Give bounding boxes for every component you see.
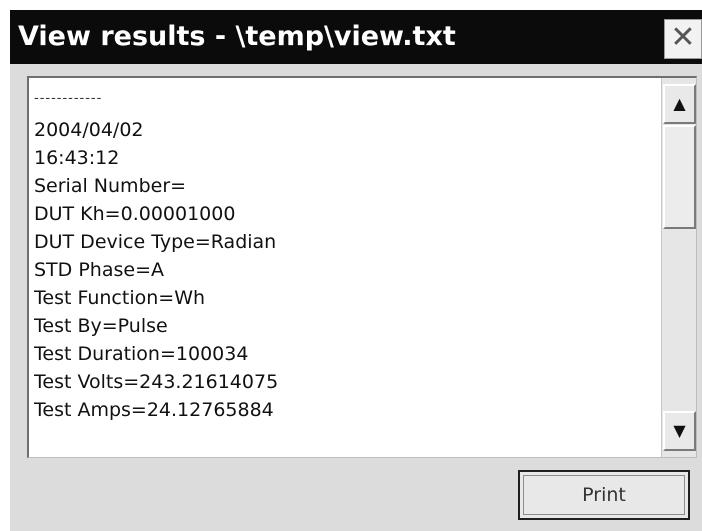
result-line-test-amps: Test Amps=24.12765884: [34, 399, 274, 421]
window-title: View results - \temp\view.txt: [18, 21, 456, 52]
close-button[interactable]: ✕: [664, 19, 702, 59]
result-line-test-volts: Test Volts=243.21614075: [34, 371, 279, 393]
results-text-area[interactable]: ------------ 2004/04/02 16:43:12 Serial …: [27, 76, 697, 458]
arrow-down-icon: ▼: [673, 421, 686, 440]
result-line-serial-number: Serial Number=: [34, 175, 187, 197]
result-line-date: 2004/04/02: [34, 119, 144, 141]
result-line-dut-kh: DUT Kh=0.00001000: [34, 203, 236, 225]
result-line-test-function: Test Function=Wh: [34, 287, 206, 309]
arrow-up-icon: ▲: [673, 94, 686, 113]
scroll-thumb[interactable]: [663, 125, 696, 229]
view-results-dialog: View results - \temp\view.txt ✕ --------…: [10, 10, 702, 531]
result-line-dut-device-type: DUT Device Type=Radian: [34, 231, 277, 253]
result-line-time: 16:43:12: [34, 147, 120, 169]
separator-line: ------------: [34, 92, 103, 106]
close-icon: ✕: [670, 20, 696, 55]
title-bar[interactable]: View results - \temp\view.txt ✕: [10, 10, 702, 64]
vertical-scrollbar[interactable]: ▲ ▼: [661, 78, 696, 457]
scroll-up-button[interactable]: ▲: [663, 84, 696, 124]
result-line-test-by: Test By=Pulse: [34, 315, 168, 337]
scroll-down-button[interactable]: ▼: [663, 411, 696, 451]
results-text-content: ------------ 2004/04/02 16:43:12 Serial …: [34, 92, 654, 452]
print-button[interactable]: Print: [518, 470, 690, 520]
print-button-label: Print: [523, 475, 685, 515]
result-line-std-phase: STD Phase=A: [34, 259, 164, 281]
result-line-test-duration: Test Duration=100034: [34, 343, 249, 365]
